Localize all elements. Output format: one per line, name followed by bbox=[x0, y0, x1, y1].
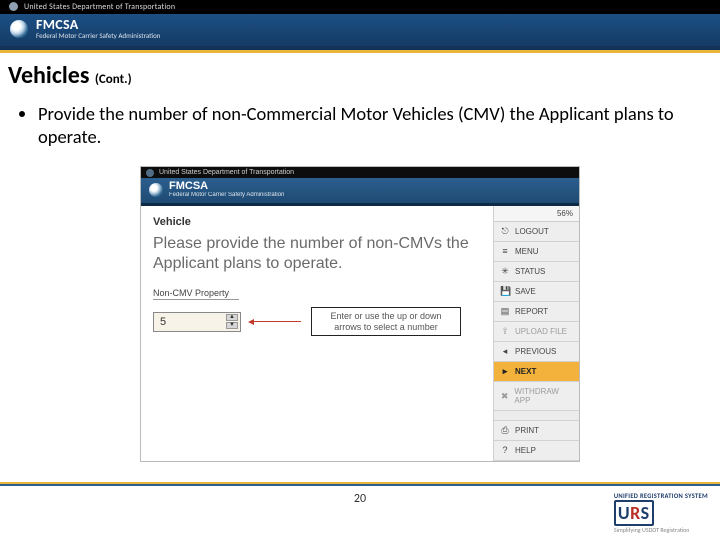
dot-banner: United States Department of Transportati… bbox=[0, 0, 720, 14]
shot-question: Please provide the number of non-CMVs th… bbox=[153, 234, 483, 274]
menu-status[interactable]: ✳ STATUS bbox=[494, 262, 579, 282]
next-icon: ▸ bbox=[500, 367, 510, 376]
dot-banner-text: United States Department of Transportati… bbox=[24, 2, 175, 12]
menu-report[interactable]: ▤ REPORT bbox=[494, 302, 579, 322]
menu-save-label: SAVE bbox=[515, 287, 536, 296]
menu-icon: ≡ bbox=[500, 247, 510, 256]
footer-divider bbox=[0, 482, 720, 486]
fmcsa-title: FMCSA bbox=[36, 18, 160, 32]
shot-fmcsa-subtitle: Federal Motor Carrier Safety Administrat… bbox=[169, 192, 284, 198]
page-number: 20 bbox=[0, 492, 720, 506]
menu-status-label: STATUS bbox=[515, 267, 545, 276]
shot-main-panel: Vehicle Please provide the number of non… bbox=[141, 206, 493, 461]
callout-arrow-icon bbox=[251, 321, 301, 322]
menu-previous-label: PREVIOUS bbox=[515, 347, 556, 356]
previous-icon: ◂ bbox=[500, 347, 510, 356]
menu-next[interactable]: ▸ NEXT bbox=[494, 362, 579, 382]
print-icon: ⎙ bbox=[500, 426, 510, 435]
slide-title: Vehicles (Cont.) bbox=[0, 53, 720, 92]
save-icon: 💾 bbox=[500, 287, 510, 296]
menu-menu-label: MENU bbox=[515, 247, 539, 256]
menu-logout[interactable]: ⎋ LOGOUT bbox=[494, 222, 579, 242]
menu-separator bbox=[494, 411, 579, 421]
side-menu: 56% ⎋LOGOUT ≡MENU ✳STATUS 💾SAVE ▤REPORT … bbox=[493, 206, 579, 461]
shot-fmcsa-banner: FMCSA Federal Motor Carrier Safety Admin… bbox=[141, 178, 579, 206]
bullet-list: Provide the number of non-Commercial Mot… bbox=[0, 92, 720, 148]
help-icon: ? bbox=[500, 446, 510, 455]
callout-box: Enter or use the up or down arrows to se… bbox=[311, 307, 461, 336]
property-label: Non-CMV Property bbox=[153, 288, 239, 300]
report-icon: ▤ bbox=[500, 307, 510, 316]
menu-previous[interactable]: ◂ PREVIOUS bbox=[494, 342, 579, 362]
logout-icon: ⎋ bbox=[500, 227, 510, 236]
shot-dot-banner: United States Department of Transportati… bbox=[141, 167, 579, 178]
urs-logo: UNIFIED REGISTRATION SYSTEM URS Simplify… bbox=[614, 492, 708, 534]
menu-withdraw[interactable]: ✖ WITHDRAW APP bbox=[494, 382, 579, 411]
fmcsa-banner: FMCSA Federal Motor Carrier Safety Admin… bbox=[0, 14, 720, 50]
urs-logo-top: UNIFIED REGISTRATION SYSTEM bbox=[614, 492, 708, 500]
shot-fmcsa-title: FMCSA bbox=[169, 181, 284, 192]
progress-percent: 56% bbox=[494, 206, 579, 222]
menu-save[interactable]: 💾 SAVE bbox=[494, 282, 579, 302]
shot-section-heading: Vehicle bbox=[153, 216, 483, 228]
urs-logo-bottom: Simplifying USDOT Registration bbox=[614, 526, 708, 534]
menu-withdraw-label: WITHDRAW APP bbox=[514, 387, 573, 405]
shot-fmcsa-logo-icon bbox=[149, 183, 163, 197]
spinner-down-icon[interactable]: ▼ bbox=[226, 322, 238, 329]
fmcsa-subtitle: Federal Motor Carrier Safety Administrat… bbox=[36, 32, 160, 39]
slide-title-cont: (Cont.) bbox=[95, 72, 132, 87]
menu-upload-label: UPLOAD FILE bbox=[515, 327, 567, 336]
status-icon: ✳ bbox=[500, 267, 510, 276]
menu-print[interactable]: ⎙ PRINT bbox=[494, 421, 579, 441]
non-cmv-input[interactable]: 5 ▲ ▼ bbox=[153, 312, 241, 332]
menu-logout-label: LOGOUT bbox=[515, 227, 549, 236]
fmcsa-logo-icon bbox=[10, 20, 28, 38]
menu-next-label: NEXT bbox=[515, 367, 536, 376]
menu-help-label: HELP bbox=[515, 446, 536, 455]
embedded-screenshot: United States Department of Transportati… bbox=[140, 166, 580, 462]
menu-help[interactable]: ? HELP bbox=[494, 441, 579, 461]
urs-logo-box: URS bbox=[614, 500, 654, 526]
shot-dot-text: United States Department of Transportati… bbox=[159, 169, 294, 176]
menu-upload[interactable]: ⇪ UPLOAD FILE bbox=[494, 322, 579, 342]
withdraw-icon: ✖ bbox=[500, 392, 509, 401]
menu-report-label: REPORT bbox=[515, 307, 548, 316]
menu-print-label: PRINT bbox=[515, 426, 539, 435]
bullet-item: Provide the number of non-Commercial Mot… bbox=[38, 102, 692, 148]
menu-menu[interactable]: ≡ MENU bbox=[494, 242, 579, 262]
slide-title-text: Vehicles bbox=[8, 61, 89, 90]
spinner[interactable]: ▲ ▼ bbox=[226, 314, 238, 329]
spinner-up-icon[interactable]: ▲ bbox=[226, 314, 238, 321]
non-cmv-value: 5 bbox=[160, 316, 166, 328]
upload-icon: ⇪ bbox=[500, 327, 510, 336]
